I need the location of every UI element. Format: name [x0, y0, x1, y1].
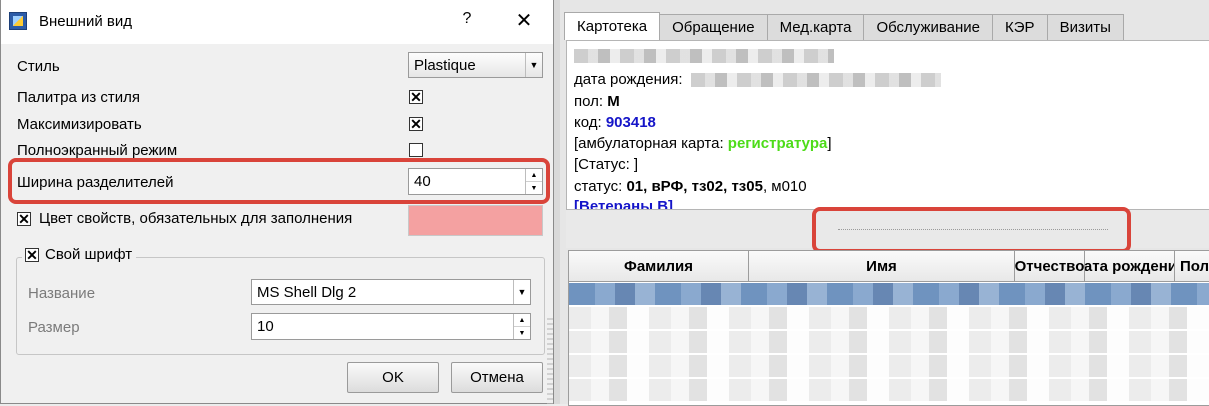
font-name-select[interactable]: MS Shell Dlg 2 ▼ [251, 279, 531, 305]
splitter-highlight [812, 207, 1131, 253]
palette-checkbox[interactable]: ✕ [409, 90, 423, 104]
checkmark-icon: ✕ [410, 89, 422, 105]
status-line: статус: 01, вРФ, тз02, тз05, м010 [574, 178, 807, 195]
style-label: Стиль [17, 58, 60, 75]
checkmark-icon: ✕ [26, 246, 38, 263]
checkmark-icon: ✕ [18, 211, 30, 227]
dialog-titlebar[interactable]: Внешний вид ? ✕ [1, 0, 553, 44]
tab-ker[interactable]: КЭР [992, 14, 1048, 40]
font-group-checkbox[interactable]: ✕ [25, 246, 39, 263]
column-header-birthdate[interactable]: Дата рождения [1085, 251, 1175, 282]
app-icon [9, 12, 27, 30]
splitter-width-highlight [8, 158, 550, 204]
fullscreen-checkbox[interactable] [409, 143, 423, 157]
outpatient-value[interactable]: регистратура [728, 135, 828, 152]
tab-medkarta[interactable]: Мед.карта [766, 14, 865, 40]
spin-up-icon[interactable]: ▲ [514, 314, 530, 327]
font-groupbox [16, 257, 545, 355]
dob-label: дата рождения: [574, 71, 683, 88]
code-value[interactable]: 903418 [606, 114, 656, 131]
table-header: Фамилия Имя Отчество Дата рождения Пол [569, 251, 1209, 283]
status-bracket-line: [Статус: ] [574, 156, 639, 173]
table-row[interactable] [569, 283, 1209, 305]
column-header-name[interactable]: Имя [749, 251, 1015, 282]
style-select[interactable]: Plastique ▼ [408, 52, 543, 78]
patients-table: Фамилия Имя Отчество Дата рождения Пол [568, 250, 1209, 406]
table-row[interactable] [569, 355, 1209, 377]
palette-label: Палитра из стиля [17, 89, 141, 106]
outpatient-line: [амбулаторная карта: регистратура] [574, 135, 832, 152]
dob-line: дата рождения: [574, 71, 941, 88]
help-icon[interactable]: ? [457, 10, 477, 32]
ok-button[interactable]: OK [347, 362, 439, 393]
spin-buttons: ▲ ▼ [513, 314, 530, 339]
column-header-sex[interactable]: Пол [1175, 251, 1209, 282]
column-header-patronymic[interactable]: Отчество [1015, 251, 1085, 282]
table-row[interactable] [569, 307, 1209, 329]
outpatient-prefix: [амбулаторная карта: [574, 135, 724, 152]
appearance-dialog: Внешний вид ? ✕ Стиль Plastique ▼ Палитр… [0, 0, 554, 404]
maximize-label: Максимизировать [17, 116, 142, 133]
sex-label: пол: [574, 93, 604, 110]
status-label: статус: [574, 178, 623, 195]
style-select-value: Plastique [414, 56, 476, 74]
table-row[interactable] [569, 379, 1209, 401]
font-size-value: 10 [257, 318, 274, 335]
chevron-down-icon: ▼ [525, 53, 542, 77]
fullscreen-label: Полноэкранный режим [17, 142, 178, 159]
redacted-text [690, 73, 941, 88]
required-color-swatch[interactable] [408, 205, 543, 236]
cancel-button[interactable]: Отмена [451, 362, 543, 393]
required-color-checkbox[interactable]: ✕ [17, 212, 31, 226]
font-group-label: Свой шрифт [45, 246, 133, 263]
patient-name-redacted [574, 47, 834, 64]
status-value: 01, вРФ, тз02, тз05 [626, 178, 763, 195]
redacted-text [574, 49, 834, 64]
sex-value: М [607, 93, 620, 110]
font-group-header: ✕ Свой шрифт [22, 246, 137, 263]
maximize-checkbox[interactable]: ✕ [409, 117, 423, 131]
font-name-label: Название [28, 285, 96, 302]
sex-line: пол: М [574, 93, 620, 110]
required-color-label: Цвет свойств, обязательных для заполнени… [39, 210, 353, 227]
spin-down-icon[interactable]: ▼ [514, 327, 530, 339]
tab-vizity[interactable]: Визиты [1046, 14, 1124, 40]
table-row[interactable] [569, 331, 1209, 353]
close-icon[interactable]: ✕ [512, 8, 536, 32]
chevron-down-icon: ▼ [513, 280, 530, 304]
font-size-spinbox[interactable]: 10 ▲ ▼ [251, 313, 531, 340]
tab-bar: Картотека Обращение Мед.карта Обслуживан… [564, 12, 1124, 40]
patient-card-panel: дата рождения: пол: М код: 903418 [амбул… [566, 40, 1209, 210]
tab-kartoteka[interactable]: Картотека [564, 12, 661, 40]
checkmark-icon: ✕ [410, 116, 422, 132]
status-value-extra: , м010 [762, 178, 807, 195]
veterans-link[interactable]: [Ветераны В] [574, 198, 673, 209]
tab-obsluzhivanie[interactable]: Обслуживание [863, 14, 994, 40]
font-name-value: MS Shell Dlg 2 [257, 283, 357, 301]
resize-grip[interactable] [547, 318, 553, 404]
dialog-title: Внешний вид [39, 13, 132, 30]
font-size-label: Размер [28, 319, 80, 336]
outpatient-suffix: ] [827, 135, 832, 152]
tab-obrashchenie[interactable]: Обращение [659, 14, 768, 40]
code-label: код: [574, 114, 602, 131]
code-line: код: 903418 [574, 114, 656, 131]
column-header-surname[interactable]: Фамилия [569, 251, 749, 282]
